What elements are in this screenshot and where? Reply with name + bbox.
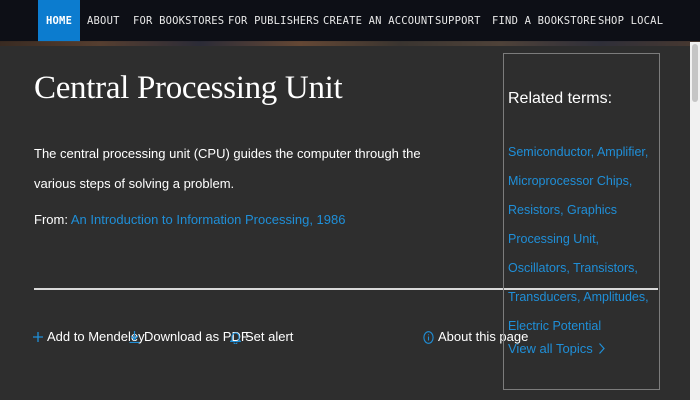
- view-all-topics-link[interactable]: View all Topics: [508, 341, 605, 356]
- chevron-right-icon: [598, 343, 605, 354]
- nav-home[interactable]: HOME: [38, 0, 81, 42]
- source-line: From: An Introduction to Information Pro…: [34, 208, 345, 232]
- add-to-mendeley-button[interactable]: Add to Mendeley: [33, 325, 145, 349]
- nav-about[interactable]: ABOUT: [87, 0, 120, 42]
- info-icon: [423, 330, 434, 344]
- decorative-banner-strip: [0, 41, 700, 46]
- nav-find-bookstore[interactable]: FIND A BOOKSTORE: [492, 0, 596, 42]
- nav-shop-local[interactable]: SHOP LOCAL: [598, 0, 663, 42]
- download-icon: [129, 331, 140, 343]
- nav-support[interactable]: SUPPORT: [435, 0, 481, 42]
- set-alert-button[interactable]: Set alert: [230, 325, 293, 349]
- bell-icon: [230, 331, 241, 344]
- nav-create-account[interactable]: CREATE AN ACCOUNT: [323, 0, 434, 42]
- page-title: Central Processing Unit: [34, 70, 343, 106]
- nav-for-bookstores[interactable]: FOR BOOKSTORES: [133, 0, 224, 42]
- source-link[interactable]: An Introduction to Information Processin…: [71, 212, 346, 227]
- nav-for-publishers[interactable]: FOR PUBLISHERS: [228, 0, 319, 42]
- set-alert-label: Set alert: [245, 329, 294, 344]
- definition-text: The central processing unit (CPU) guides…: [34, 146, 421, 191]
- related-terms-panel: Related terms: Semiconductor, Amplifier,…: [503, 53, 660, 390]
- plus-icon: [33, 332, 43, 342]
- top-navigation: HOME ABOUT FOR BOOKSTORES FOR PUBLISHERS…: [0, 0, 700, 46]
- related-terms-list[interactable]: Semiconductor, Amplifier, Microprocessor…: [508, 138, 658, 341]
- scrollbar-thumb[interactable]: [692, 44, 698, 102]
- related-terms-heading: Related terms:: [508, 90, 613, 107]
- source-label: From:: [34, 212, 68, 227]
- view-all-topics-label: View all Topics: [508, 341, 593, 356]
